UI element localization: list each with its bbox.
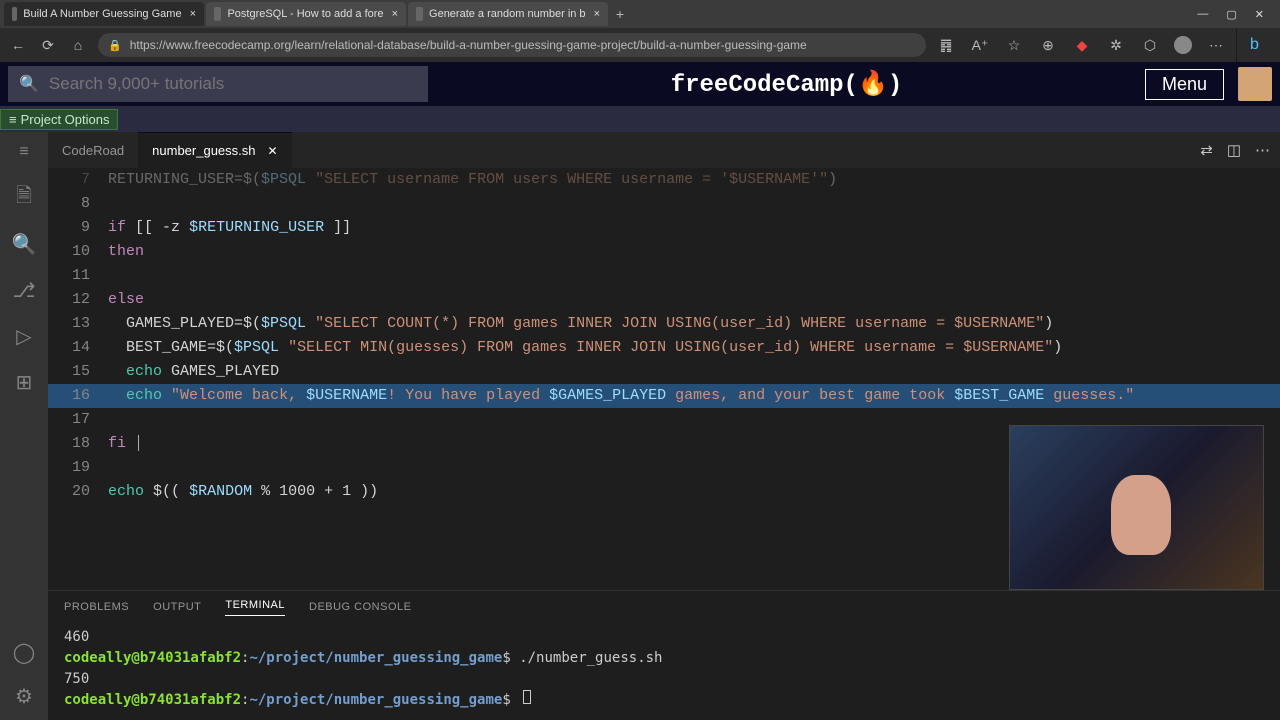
search-icon: 🔍 <box>19 74 39 94</box>
explorer-icon[interactable]: 🗎 <box>12 186 36 210</box>
extensions-icon[interactable]: ⊞ <box>12 370 36 394</box>
tab-numberguess[interactable]: number_guess.sh ✕ <box>138 132 291 168</box>
refresh-icon[interactable]: ⟳ <box>38 35 58 55</box>
read-aloud-icon[interactable]: A⁺ <box>970 35 990 55</box>
new-tab-button[interactable]: + <box>610 4 630 24</box>
terminal-line: codeally@b74031afabf2:~/project/number_g… <box>64 690 1264 711</box>
window-close-icon[interactable]: ✕ <box>1255 8 1264 21</box>
translate-icon[interactable]: ䷴ <box>936 35 956 55</box>
adblock-icon[interactable]: ◆ <box>1072 35 1092 55</box>
close-icon[interactable]: × <box>594 8 600 20</box>
webcam-overlay <box>1009 425 1264 590</box>
panel-tabs: PROBLEMS OUTPUT TERMINAL DEBUG CONSOLE <box>48 591 1280 623</box>
close-icon[interactable]: × <box>392 8 398 20</box>
tab-title: Build A Number Guessing Game <box>23 8 181 20</box>
search-box[interactable]: 🔍 <box>8 66 428 102</box>
accounts-icon[interactable]: ◯ <box>12 640 36 664</box>
close-icon[interactable]: × <box>190 8 196 20</box>
bing-sidebar-icon[interactable]: b <box>1236 28 1272 62</box>
search-icon[interactable]: 🔍 <box>12 232 36 256</box>
bottom-panel: PROBLEMS OUTPUT TERMINAL DEBUG CONSOLE 4… <box>48 590 1280 720</box>
profile-icon[interactable] <box>1174 36 1192 54</box>
close-icon[interactable]: ✕ <box>268 144 278 158</box>
tab-debug-console[interactable]: DEBUG CONSOLE <box>309 601 411 613</box>
favorites-icon[interactable]: ☆ <box>1004 35 1024 55</box>
tab-filename: number_guess.sh <box>152 143 255 158</box>
minimize-icon[interactable]: — <box>1197 8 1208 21</box>
collections-icon[interactable]: ⊕ <box>1038 35 1058 55</box>
terminal-line: 460 <box>64 627 1264 648</box>
back-icon[interactable]: ← <box>8 35 28 55</box>
tab-coderoad[interactable]: CodeRoad <box>48 132 138 168</box>
run-debug-icon[interactable]: ▷ <box>12 324 36 348</box>
fcc-header: 🔍 freeCodeCamp(🔥) Menu <box>0 62 1280 106</box>
browser-tab-2[interactable]: Generate a random number in b × <box>408 2 608 26</box>
project-options-button[interactable]: ≡ Project Options <box>0 109 118 130</box>
address-bar: ← ⟳ ⌂ 🔒 https://www.freecodecamp.org/lear… <box>0 28 1280 62</box>
extension-icon[interactable]: ✲ <box>1106 35 1126 55</box>
editor-tabs: CodeRoad number_guess.sh ✕ ⇄ ◫ ⋯ <box>48 132 1280 168</box>
menu-button[interactable]: Menu <box>1145 69 1224 100</box>
project-bar: ≡ Project Options <box>0 106 1280 132</box>
browser-tab-strip: Build A Number Guessing Game × PostgreSQL… <box>0 0 1280 28</box>
maximize-icon[interactable]: ▢ <box>1226 8 1236 21</box>
settings-gear-icon[interactable]: ⚙ <box>12 684 36 708</box>
hamburger-icon: ≡ <box>9 112 17 127</box>
tab-problems[interactable]: PROBLEMS <box>64 601 129 613</box>
vscode: ≡ 🗎 🔍 ⎇ ▷ ⊞ ◯ ⚙ CodeRoad number_guess.sh… <box>0 132 1280 720</box>
terminal-line: 750 <box>64 669 1264 690</box>
tab-output[interactable]: OUTPUT <box>153 601 201 613</box>
terminal[interactable]: 460 codeally@b74031afabf2:~/project/numb… <box>48 623 1280 720</box>
home-icon[interactable]: ⌂ <box>68 35 88 55</box>
favicon-icon <box>416 7 423 21</box>
url-input[interactable]: 🔒 https://www.freecodecamp.org/learn/rela… <box>98 33 926 57</box>
menu-icon[interactable]: ≡ <box>12 140 36 164</box>
split-editor-icon[interactable]: ◫ <box>1227 141 1241 159</box>
project-options-label: Project Options <box>21 112 110 127</box>
terminal-cursor <box>523 690 531 704</box>
more-actions-icon[interactable]: ⋯ <box>1255 141 1270 159</box>
main-area: CodeRoad number_guess.sh ✕ ⇄ ◫ ⋯ 7RETURNI… <box>48 132 1280 720</box>
url-text: https://www.freecodecamp.org/learn/relat… <box>130 38 807 52</box>
search-input[interactable] <box>49 74 417 94</box>
user-avatar[interactable] <box>1238 67 1272 101</box>
extension2-icon[interactable]: ⬡ <box>1140 35 1160 55</box>
source-control-icon[interactable]: ⎇ <box>12 278 36 302</box>
terminal-line: codeally@b74031afabf2:~/project/number_g… <box>64 648 1264 669</box>
tab-terminal[interactable]: TERMINAL <box>225 599 285 616</box>
browser-tab-1[interactable]: PostgreSQL - How to add a fore × <box>206 2 406 26</box>
more-icon[interactable]: ⋯ <box>1206 35 1226 55</box>
fcc-logo[interactable]: freeCodeCamp(🔥) <box>436 69 1137 99</box>
activity-bar: ≡ 🗎 🔍 ⎇ ▷ ⊞ ◯ ⚙ <box>0 132 48 720</box>
code-editor[interactable]: 7RETURNING_USER=$($PSQL "SELECT username… <box>48 168 1280 590</box>
favicon-icon <box>214 7 221 21</box>
lock-icon: 🔒 <box>108 39 122 52</box>
compare-icon[interactable]: ⇄ <box>1200 141 1213 159</box>
tab-title: Generate a random number in b <box>429 8 586 20</box>
browser-tab-0[interactable]: Build A Number Guessing Game × <box>4 2 204 26</box>
favicon-icon <box>12 7 17 21</box>
tab-title: PostgreSQL - How to add a fore <box>227 8 383 20</box>
